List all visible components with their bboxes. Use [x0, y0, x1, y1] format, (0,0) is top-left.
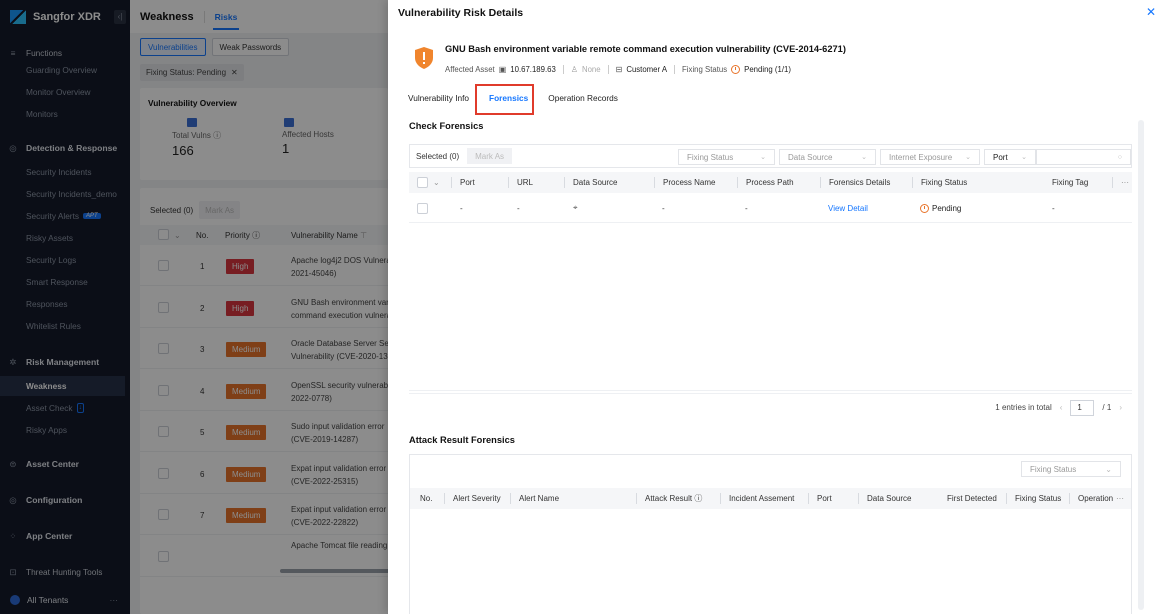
check-forensics-title: Check Forensics: [409, 121, 484, 131]
user-icon: ♙: [570, 65, 578, 74]
col-port: Port: [451, 177, 475, 188]
panel-title: Vulnerability Risk Details: [398, 6, 524, 19]
vuln-title: GNU Bash environment variable remote com…: [445, 44, 846, 54]
pagination: 1 entries in total ‹ 1 / 1 ›: [409, 393, 1132, 421]
port-filter-select[interactable]: Port ⌄: [984, 149, 1036, 165]
table-header: ⌄ Port URL Data Source Process Name Proc…: [409, 172, 1132, 193]
col-attack-result: Attack Result ⓘ: [636, 493, 702, 504]
clock-icon: [731, 65, 741, 74]
page-input[interactable]: 1: [1070, 399, 1095, 416]
internet-exposure-filter[interactable]: Internet Exposure ⌄: [880, 149, 980, 165]
tenant-icon: ⊟: [615, 65, 623, 74]
cell-process-path: -: [745, 203, 748, 213]
col-data-source: Data Source: [564, 177, 617, 188]
table-empty-area: [409, 223, 1132, 391]
column-settings-icon[interactable]: ···: [1116, 488, 1124, 509]
col-no: No.: [420, 494, 433, 503]
table-row: - - ⌖ - - View Detail Pending -: [409, 193, 1132, 223]
selected-count: Selected (0): [416, 151, 460, 161]
view-detail-link[interactable]: View Detail: [828, 193, 868, 223]
select-all-checkbox[interactable]: [417, 172, 428, 193]
data-source-icon: ⌖: [573, 203, 578, 212]
fixing-status-label: Fixing Status: [682, 65, 728, 74]
page-count: / 1: [1102, 403, 1112, 412]
attack-result-table: Fixing Status ⌄ No. Alert Severity Alert …: [409, 454, 1132, 614]
col-first-detected: First Detected: [947, 494, 997, 503]
vuln-risk-details-panel: Vulnerability Risk Details ✕ GNU Bash en…: [388, 0, 1164, 614]
attack-fixing-status-filter[interactable]: Fixing Status ⌄: [1021, 461, 1121, 477]
affected-asset-label: Affected Asset: [445, 65, 495, 74]
col-alert-name: Alert Name: [510, 493, 559, 504]
prev-page-icon[interactable]: ‹: [1060, 403, 1063, 412]
shield-warning-icon: [415, 47, 433, 69]
attack-result-title: Attack Result Forensics: [409, 435, 515, 445]
cell-url: -: [517, 203, 520, 213]
cell-fixing-tag: -: [1052, 203, 1055, 213]
col-url: URL: [508, 177, 533, 188]
computer-icon: ▣: [498, 65, 507, 74]
cell-process-name: -: [662, 203, 665, 213]
tab-operation-records[interactable]: Operation Records: [538, 88, 628, 108]
col-fixing-tag: Fixing Tag: [1052, 178, 1089, 187]
total-entries: 1 entries in total: [995, 403, 1052, 412]
close-icon[interactable]: ✕: [1146, 5, 1156, 19]
data-source-filter[interactable]: Data Source ⌄: [779, 149, 876, 165]
col-data-source: Data Source: [858, 493, 911, 504]
col-fixing-status: Fixing Status: [912, 177, 967, 188]
vuln-meta: Affected Asset ▣ 10.67.189.63 ♙ None ⊟ C…: [445, 65, 791, 74]
row-checkbox[interactable]: [417, 193, 428, 223]
customer-value: Customer A: [626, 65, 668, 74]
col-fixing-status: Fixing Status: [1006, 493, 1061, 504]
cell-fixing-status: Pending: [920, 193, 961, 223]
vertical-scrollbar[interactable]: [1138, 120, 1144, 610]
col-alert-severity: Alert Severity: [444, 493, 501, 504]
modal-overlay[interactable]: [0, 0, 388, 614]
col-port: Port: [808, 493, 832, 504]
owner-value: None: [581, 65, 601, 74]
divider: [562, 65, 564, 74]
col-process-path: Process Path: [737, 177, 794, 188]
mark-as-button[interactable]: Mark As: [467, 148, 513, 164]
app-root: Sangfor XDR ‹| ≡ Functions Guarding Overvi…: [0, 0, 1164, 614]
chevron-down-icon[interactable]: ⌄: [433, 172, 440, 193]
next-page-icon[interactable]: ›: [1119, 403, 1122, 412]
asset-ip[interactable]: 10.67.189.63: [510, 65, 556, 74]
col-process-name: Process Name: [654, 177, 715, 188]
search-input[interactable]: ○: [1036, 149, 1131, 165]
divider: [674, 65, 676, 74]
attack-table-header: No. Alert Severity Alert Name Attack Res…: [410, 488, 1131, 509]
forensics-filter-bar: Selected (0) Mark As Fixing Status ⌄ Data…: [409, 144, 1132, 168]
clock-icon: [920, 203, 929, 213]
tab-vulnerability-info[interactable]: Vulnerability Info: [408, 88, 479, 108]
check-forensics-table: ⌄ Port URL Data Source Process Name Proc…: [409, 172, 1132, 391]
fixing-status-value: Pending (1/1): [744, 65, 791, 74]
highlight-box: [475, 84, 534, 115]
col-forensics-details: Forensics Details: [820, 177, 890, 188]
col-incident-assement: Incident Assement: [720, 493, 794, 504]
cell-port: -: [460, 203, 463, 213]
column-settings-icon[interactable]: ···: [1112, 177, 1129, 188]
divider: [607, 65, 609, 74]
search-icon: ○: [1117, 153, 1122, 161]
fixing-status-filter[interactable]: Fixing Status ⌄: [678, 149, 775, 165]
col-operation: Operation: [1069, 493, 1113, 504]
